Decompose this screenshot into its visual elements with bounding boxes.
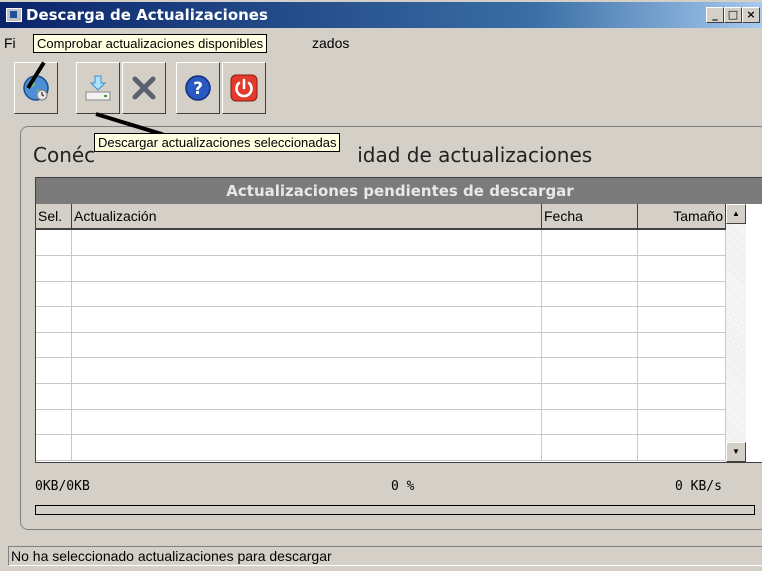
menu-item-file[interactable]: Fi: [4, 35, 16, 51]
scroll-up-button[interactable]: ▲: [726, 204, 746, 224]
table-cell: [72, 281, 542, 307]
table-row[interactable]: [36, 383, 726, 410]
table-cell: [542, 255, 638, 281]
app-icon[interactable]: [6, 8, 22, 22]
status-bar: No ha seleccionado actualizaciones para …: [8, 546, 762, 566]
minimize-button[interactable]: _: [706, 7, 724, 23]
table-cell: [638, 281, 726, 307]
window-title: Descarga de Actualizaciones: [26, 6, 268, 24]
table-cell: [542, 358, 638, 383]
table-cell: [638, 306, 726, 332]
table-cell: [36, 255, 72, 281]
download-percent: 0 %: [391, 479, 415, 494]
updates-table: Actualizaciones pendientes de descargar …: [35, 177, 762, 463]
table-cell: [542, 281, 638, 307]
main-window: Descarga de Actualizaciones _ □ × Fi zad…: [0, 0, 762, 571]
column-header-update[interactable]: Actualización: [72, 204, 542, 230]
table-cell: [638, 255, 726, 281]
table-cell: [72, 332, 542, 358]
table-cell: [542, 409, 638, 435]
table-cell: [72, 255, 542, 281]
table-cell: [542, 230, 638, 255]
heading-start: Conéc: [33, 143, 96, 167]
table-cell: [36, 358, 72, 383]
column-header-date[interactable]: Fecha: [542, 204, 638, 230]
svg-text:?: ?: [193, 79, 203, 99]
cancel-button[interactable]: [122, 62, 166, 114]
download-button[interactable]: [76, 62, 120, 114]
scroll-down-button[interactable]: ▼: [726, 442, 746, 462]
help-icon: ?: [185, 75, 211, 101]
table-cell: [36, 409, 72, 435]
table-row[interactable]: [36, 358, 726, 384]
table-row[interactable]: [36, 409, 726, 436]
table-row[interactable]: [36, 255, 726, 282]
table-cell: [542, 332, 638, 358]
tooltip-download: Descargar actualizaciones seleccionadas: [94, 133, 341, 152]
table-cell: [638, 358, 726, 383]
menu-item-advanced[interactable]: zados: [312, 35, 349, 51]
downloaded-amount: 0KB/0KB: [35, 479, 90, 494]
table-cell: [72, 358, 542, 383]
table-cell: [638, 409, 726, 435]
vertical-scrollbar[interactable]: ▲ ▼: [726, 204, 746, 462]
exit-button[interactable]: [222, 62, 266, 114]
update-panel: Conéc idad de actualizaciones Actualizaci…: [20, 126, 762, 530]
table-row[interactable]: [36, 434, 726, 461]
help-button[interactable]: ?: [176, 62, 220, 114]
table-caption: Actualizaciones pendientes de descargar: [36, 178, 762, 204]
table-row[interactable]: [36, 306, 726, 333]
table-cell: [638, 434, 726, 460]
title-bar[interactable]: Descarga de Actualizaciones _ □ ×: [0, 2, 762, 28]
download-icon: [85, 75, 111, 101]
table-cell: [36, 434, 72, 460]
table-cell: [72, 230, 542, 255]
table-cell: [638, 383, 726, 409]
table-cell: [542, 434, 638, 460]
table-cell: [36, 332, 72, 358]
table-cell: [542, 383, 638, 409]
toolbar: ?: [14, 62, 414, 118]
table-cell: [72, 409, 542, 435]
column-header-size[interactable]: Tamaño: [638, 204, 726, 230]
table-cell: [36, 383, 72, 409]
cancel-x-icon: [132, 76, 156, 100]
table-row[interactable]: [36, 230, 726, 256]
tooltip-check-updates: Comprobar actualizaciones disponibles: [33, 34, 268, 53]
table-cell: [72, 383, 542, 409]
table-cell: [638, 332, 726, 358]
download-progress-bar: [35, 505, 755, 515]
table-row[interactable]: [36, 332, 726, 359]
column-header-sel[interactable]: Sel.: [36, 204, 72, 230]
table-cell: [36, 281, 72, 307]
table-cell: [72, 434, 542, 460]
table-cell: [36, 306, 72, 332]
maximize-button[interactable]: □: [724, 7, 742, 23]
table-cell: [638, 230, 726, 255]
table-cell: [36, 230, 72, 255]
heading-end: idad de actualizaciones: [357, 143, 593, 167]
power-icon: [230, 74, 258, 102]
table-row[interactable]: [36, 281, 726, 308]
table-cell: [72, 306, 542, 332]
download-speed: 0 KB/s: [675, 479, 722, 494]
close-button[interactable]: ×: [742, 7, 760, 23]
table-cell: [542, 306, 638, 332]
